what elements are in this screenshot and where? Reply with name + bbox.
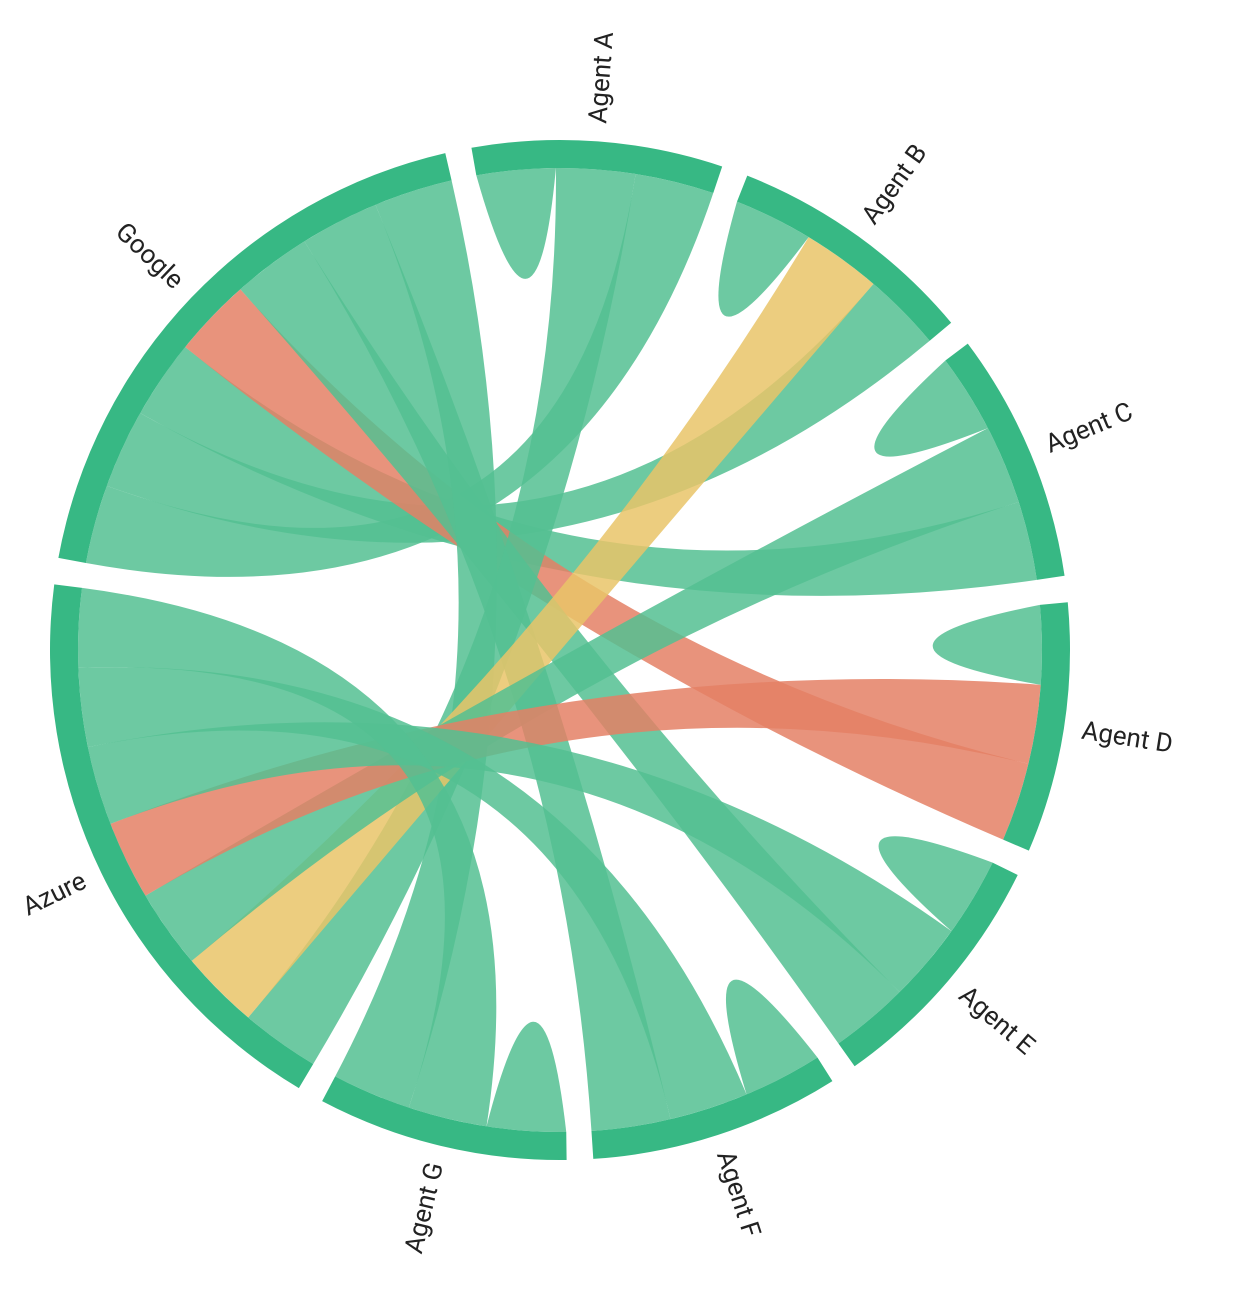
chord-node-label: Agent D — [1079, 716, 1174, 760]
chord-ribbon[interactable] — [476, 168, 556, 279]
chord-chart-container: Agent A Agent B Agent C Agent D Agent E Agent… — [0, 0, 1244, 1306]
chord-node-label: Google — [109, 217, 189, 295]
chord-ribbon[interactable] — [486, 1022, 566, 1132]
chord-ribbons — [78, 168, 1042, 1132]
chord-node-label: Agent A — [583, 31, 620, 125]
chord-node-label: Agent E — [953, 980, 1041, 1061]
chord-chart: Agent A Agent B Agent C Agent D Agent E Agent… — [0, 0, 1244, 1306]
chord-ribbon[interactable] — [933, 605, 1042, 685]
chord-node-label: Agent B — [856, 139, 934, 230]
chord-node-label: Agent C — [1041, 397, 1137, 460]
chord-node-label: Agent F — [710, 1147, 766, 1241]
chord-node-label: Azure — [18, 866, 91, 922]
chord-node-label: Agent G — [399, 1160, 450, 1257]
